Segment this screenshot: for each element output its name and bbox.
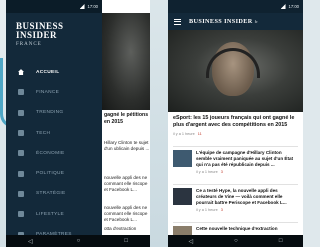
article-row[interactable]: Ce a testé Hype, la nouvelle appli des c… bbox=[173, 188, 298, 214]
brand-line-3: FRANCE bbox=[16, 42, 42, 47]
phone-left: gagné le pétitions en 2015 Hillary Clint… bbox=[6, 0, 150, 247]
article-meta: il y a 1 heure 3 bbox=[196, 170, 298, 176]
nav-item-label: FINANCE bbox=[36, 89, 60, 95]
nav-item-trending[interactable]: TRENDING bbox=[6, 103, 102, 123]
menu-icon[interactable] bbox=[174, 18, 181, 25]
home-button-icon[interactable]: ○ bbox=[234, 238, 238, 244]
nav-item-tech[interactable]: TECH bbox=[6, 123, 102, 143]
article-comment-count: 3 bbox=[220, 169, 223, 174]
nav-item-politique[interactable]: POLITIQUE bbox=[6, 163, 102, 183]
article-snippet-partial: Hillary Clinton te sujet d'un ublicain d… bbox=[104, 140, 150, 151]
content-behind-drawer: gagné le pétitions en 2015 Hillary Clint… bbox=[102, 0, 150, 247]
system-nav-bar: ◁ ○ □ bbox=[168, 235, 303, 247]
signal-icon bbox=[79, 4, 85, 9]
phone-right: 17:00 BUSINESS INSIDER fr eSport: les 15 … bbox=[168, 0, 303, 247]
nav-item-strategie[interactable]: STRATÉGIE bbox=[6, 184, 102, 204]
home-button-icon[interactable]: ○ bbox=[77, 238, 81, 244]
nav-item-lifestyle[interactable]: LIFESTYLE bbox=[6, 204, 102, 224]
recent-apps-icon[interactable]: □ bbox=[124, 238, 128, 244]
nav-item-label: STRATÉGIE bbox=[36, 191, 66, 197]
headline-partial: gagné le pétitions en 2015 bbox=[104, 112, 149, 125]
app-title: BUSINESS INSIDER fr bbox=[189, 18, 258, 25]
article-snippet-partial: nouvelle appli des ne commant elle risco… bbox=[104, 175, 148, 192]
finance-icon bbox=[18, 89, 24, 96]
app-title-text: BUSINESS INSIDER bbox=[189, 18, 253, 25]
lead-meta: il y a 1 heure 11 bbox=[173, 131, 299, 138]
back-icon[interactable]: ◁ bbox=[28, 238, 33, 245]
article-snippet-partial: nouvelle appli des ne commant elle risco… bbox=[104, 205, 148, 222]
system-nav-bar: ◁ ○ □ bbox=[6, 235, 150, 247]
nav-item-label: LIFESTYLE bbox=[36, 211, 65, 217]
article-time: il y a 1 heure bbox=[196, 169, 218, 174]
back-icon[interactable]: ◁ bbox=[189, 238, 194, 245]
divider bbox=[173, 146, 298, 147]
lead-time: il y a 1 heure bbox=[173, 131, 195, 136]
hero-image-partial bbox=[102, 13, 150, 110]
article-meta: il y a 1 heure 3 bbox=[196, 208, 298, 214]
article-body: Ce a testé Hype, la nouvelle appli des c… bbox=[196, 188, 298, 214]
divider bbox=[173, 184, 298, 185]
recent-apps-icon[interactable]: □ bbox=[279, 238, 283, 244]
article-time: il y a 1 heure bbox=[196, 207, 218, 212]
nav-item-finance[interactable]: FINANCE bbox=[6, 82, 102, 102]
article-body: L'équipe de campagne d'Hillary Clinton s… bbox=[196, 150, 298, 176]
divider bbox=[173, 222, 298, 223]
article-title: Cette nouvelle technique d'extraction bbox=[196, 226, 278, 231]
politics-icon bbox=[18, 170, 24, 177]
headset-shape bbox=[206, 48, 260, 78]
lead-headline: eSport: les 15 joueurs français qui ont … bbox=[173, 115, 295, 128]
economy-icon bbox=[18, 150, 24, 157]
nav-item-label: TECH bbox=[36, 130, 51, 136]
nav-item-economie[interactable]: ÉCONOMIE bbox=[6, 143, 102, 163]
signal-icon bbox=[280, 4, 286, 9]
app-title-suffix: fr bbox=[254, 19, 259, 24]
brand-line-2: INSIDER bbox=[16, 30, 58, 40]
status-bar: 17:00 bbox=[6, 0, 102, 13]
article-thumbnail bbox=[173, 188, 192, 205]
article-comment-count: 3 bbox=[220, 207, 223, 212]
hero-image[interactable] bbox=[168, 30, 303, 112]
article-row[interactable]: Cette nouvelle technique d'extraction bbox=[173, 226, 298, 235]
nav-item-label: ACCUEIL bbox=[36, 69, 60, 75]
status-bar: 17:00 bbox=[168, 0, 303, 13]
article-thumbnail bbox=[173, 150, 192, 167]
strategy-icon bbox=[18, 190, 24, 197]
trending-icon bbox=[18, 109, 24, 116]
lifestyle-icon bbox=[18, 211, 24, 218]
app-toolbar: BUSINESS INSIDER fr bbox=[168, 13, 303, 30]
lead-comment-count: 11 bbox=[197, 131, 202, 136]
nav-item-accueil[interactable]: ACCUEIL bbox=[6, 62, 102, 82]
article-title: Ce a testé Hype, la nouvelle appli des c… bbox=[196, 188, 287, 205]
nav-item-label: ÉCONOMIE bbox=[36, 150, 65, 156]
status-time: 17:00 bbox=[87, 4, 98, 9]
navigation-drawer: 17:00 BUSINESS INSIDER FRANCE ACCUEIL FI… bbox=[6, 0, 102, 247]
status-time: 17:00 bbox=[288, 4, 299, 9]
article-snippet-partial: otta d'extraction bbox=[104, 226, 137, 231]
nav-item-label: POLITIQUE bbox=[36, 171, 65, 177]
article-thumbnail bbox=[173, 226, 192, 235]
brand-logo[interactable]: BUSINESS INSIDER FRANCE bbox=[16, 22, 64, 49]
tech-icon bbox=[18, 130, 24, 137]
article-row[interactable]: L'équipe de campagne d'Hillary Clinton s… bbox=[173, 150, 298, 176]
home-icon bbox=[18, 69, 24, 76]
nav-item-label: TRENDING bbox=[36, 110, 64, 116]
article-body: Cette nouvelle technique d'extraction bbox=[196, 226, 278, 235]
lead-article[interactable]: eSport: les 15 joueurs français qui ont … bbox=[173, 115, 299, 137]
drawer-nav-list: ACCUEIL FINANCE TRENDING TECH ÉCONOMIE P… bbox=[6, 62, 102, 245]
article-title: L'équipe de campagne d'Hillary Clinton s… bbox=[196, 150, 294, 167]
